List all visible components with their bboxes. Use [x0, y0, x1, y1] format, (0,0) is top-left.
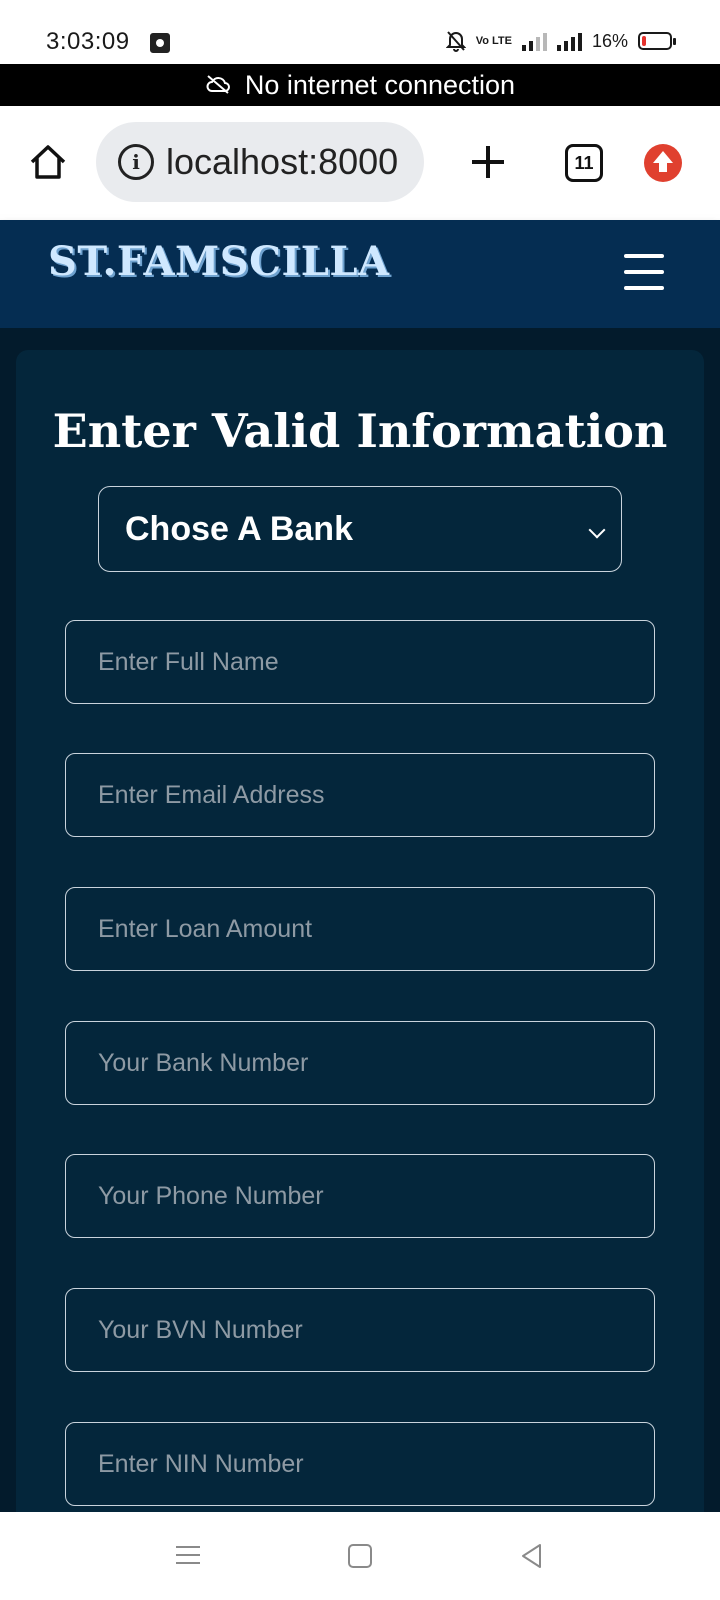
recent-apps-icon[interactable] [176, 1544, 200, 1566]
volte-icon: Vo LTE [475, 35, 512, 47]
status-icons: Vo LTE 16% [445, 30, 676, 52]
new-tab-button[interactable] [468, 142, 508, 182]
mute-bell-icon [445, 30, 466, 52]
bank-number-input[interactable] [65, 1021, 655, 1105]
site-logo[interactable]: ST.FAMSCILLA [48, 238, 390, 285]
phone-number-input[interactable] [65, 1154, 655, 1238]
offline-banner: No internet connection [0, 64, 720, 106]
url-text[interactable]: localhost:8000 [166, 141, 398, 183]
form-card: Enter Valid Information Chose A Bank [16, 350, 704, 1550]
nin-number-input[interactable] [65, 1422, 655, 1506]
status-time: 3:03:09 [46, 28, 130, 55]
update-icon[interactable] [644, 144, 682, 182]
signal-icon [556, 31, 582, 51]
offline-text: No internet connection [244, 69, 516, 100]
full-name-input[interactable] [65, 620, 655, 704]
loan-amount-input[interactable] [65, 887, 655, 971]
page-content: Enter Valid Information Chose A Bank [0, 328, 720, 1550]
signal-icon [521, 31, 547, 51]
system-nav-bar [0, 1512, 720, 1600]
chevron-down-icon [588, 521, 606, 539]
home-nav-icon[interactable] [348, 1544, 372, 1568]
battery-icon [638, 32, 676, 50]
email-input[interactable] [65, 753, 655, 837]
hamburger-menu-icon[interactable] [624, 254, 664, 290]
bvn-number-input[interactable] [65, 1288, 655, 1372]
app-notification-icon [150, 33, 170, 53]
address-bar[interactable]: i localhost:8000 [96, 122, 424, 202]
cloud-off-icon [205, 70, 231, 101]
bank-select-value[interactable]: Chose A Bank [125, 510, 353, 549]
site-header: ST.FAMSCILLA [0, 220, 720, 328]
browser-toolbar: i localhost:8000 11 [0, 106, 720, 220]
info-icon[interactable]: i [118, 144, 154, 180]
back-nav-icon[interactable] [518, 1542, 546, 1570]
tabs-button[interactable]: 11 [565, 144, 603, 182]
home-icon[interactable] [28, 142, 68, 182]
bank-select[interactable]: Chose A Bank [98, 486, 622, 572]
form-title: Enter Valid Information [52, 404, 668, 458]
status-bar: 3:03:09 Vo LTE 16% [0, 0, 720, 64]
battery-level [642, 36, 646, 46]
battery-percent: 16% [591, 30, 628, 51]
